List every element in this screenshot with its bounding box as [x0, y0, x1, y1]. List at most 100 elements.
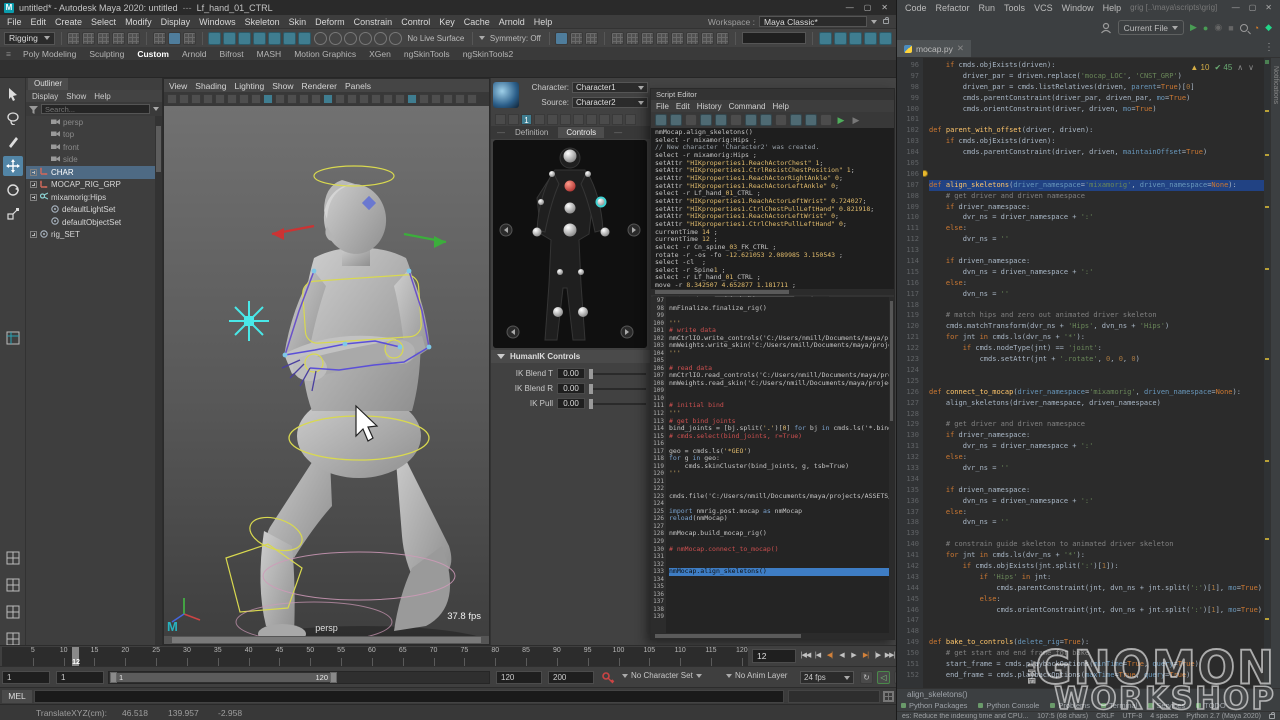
toolbar-icon[interactable]: [283, 32, 296, 45]
viewport-icon[interactable]: [227, 94, 237, 104]
set-key-icon[interactable]: [602, 672, 615, 684]
ik-slider[interactable]: [589, 403, 646, 405]
outliner-item[interactable]: CHAR: [26, 166, 155, 179]
outliner-item[interactable]: side: [26, 154, 155, 167]
lock-icon[interactable]: [1269, 714, 1275, 719]
viewport-icon[interactable]: [383, 94, 393, 104]
layout-split[interactable]: [3, 602, 23, 622]
range-handle-left[interactable]: [110, 672, 117, 683]
lasso-tool[interactable]: [3, 108, 23, 128]
viewport-menu-item[interactable]: Shading: [195, 81, 226, 91]
humanik-controls-section[interactable]: HumanIK Controls: [491, 350, 650, 363]
script-input-pane[interactable]: nmFinalize.finalize_rig() '''# write dat…: [666, 297, 894, 633]
viewport-icon[interactable]: [179, 94, 189, 104]
viewport-icon[interactable]: [215, 94, 225, 104]
shelf-tab[interactable]: XGen: [369, 49, 391, 59]
caret-position[interactable]: 107:5 (68 chars): [1037, 713, 1088, 720]
outliner-scrollbar[interactable]: [155, 116, 162, 645]
toolbar-icon[interactable]: [223, 32, 236, 45]
select-tool[interactable]: [3, 84, 23, 104]
fps-select[interactable]: 24 fps: [800, 671, 854, 684]
script-editor-toolbar-icon[interactable]: [820, 114, 832, 126]
menu-item[interactable]: Control: [401, 17, 430, 27]
humanik-toolbar-icon[interactable]: [495, 114, 506, 125]
tab-options-icon[interactable]: ⋮: [1264, 40, 1280, 57]
time-slider[interactable]: 5101520253035404550556065707580859095100…: [0, 645, 896, 666]
toolbar-icon[interactable]: [359, 32, 372, 45]
humanik-toolbar-icon[interactable]: [612, 114, 623, 125]
animation-start-field[interactable]: 1: [2, 671, 50, 684]
viewport-icon[interactable]: [203, 94, 213, 104]
shelf-tab[interactable]: Motion Graphics: [294, 49, 356, 59]
expand-icon[interactable]: [30, 194, 37, 201]
viewport-icon[interactable]: [323, 94, 333, 104]
viewport-icon[interactable]: [419, 94, 429, 104]
viewport-icon[interactable]: [407, 94, 417, 104]
menu-set-select[interactable]: Rigging: [4, 32, 55, 45]
outliner-search-input[interactable]: [41, 104, 150, 114]
viewport-icon[interactable]: [167, 94, 177, 104]
maximize-icon[interactable]: ▢: [1249, 3, 1257, 12]
menu-item[interactable]: Display: [161, 17, 191, 27]
menu-item[interactable]: Modify: [125, 17, 152, 27]
menu-item[interactable]: Arnold: [499, 17, 525, 27]
search-icon[interactable]: [1240, 24, 1248, 32]
viewport-icon[interactable]: [467, 94, 477, 104]
viewport-icon[interactable]: [263, 94, 273, 104]
anim-layer-select[interactable]: No Anim Layer: [726, 671, 787, 680]
script-editor-menu-item[interactable]: Edit: [676, 102, 690, 111]
mel-command-input[interactable]: [34, 690, 784, 703]
script-history-pane[interactable]: nmMocap.align_skeletons()select -r mixam…: [651, 128, 894, 289]
workspace-lock-icon[interactable]: [883, 19, 889, 24]
menu-item[interactable]: Key: [439, 17, 455, 27]
play-button[interactable]: ▶: [848, 648, 859, 664]
humanik-toolbar-icon[interactable]: [508, 114, 519, 125]
outliner-item[interactable]: top: [26, 129, 155, 142]
toolbar-icon[interactable]: [298, 32, 311, 45]
toolbar-icon[interactable]: [834, 32, 847, 45]
tool-window-button[interactable]: Problems: [1050, 701, 1090, 710]
chevron-down-icon[interactable]: [871, 20, 877, 24]
shelf-tab[interactable]: ngSkinTools: [404, 49, 450, 59]
script-editor-toolbar-icon[interactable]: [655, 114, 667, 126]
toolbar-icon[interactable]: [555, 32, 568, 45]
viewport-canvas[interactable]: M 37.8 fps persp: [164, 106, 489, 636]
toolbar-icon[interactable]: [168, 32, 181, 45]
range-handle-right[interactable]: [330, 672, 337, 683]
execute-icon[interactable]: ▶: [835, 114, 847, 126]
toolbar-icon[interactable]: [585, 32, 598, 45]
tool-window-button[interactable]: Services: [1148, 701, 1185, 710]
toolbar-icon[interactable]: [879, 32, 892, 45]
toolbar-icon[interactable]: [153, 32, 166, 45]
ik-slider-value[interactable]: 0.00: [557, 398, 585, 409]
toolbar-icon[interactable]: [82, 32, 95, 45]
script-hscrollbar[interactable]: [651, 633, 894, 639]
viewport-icon[interactable]: [311, 94, 321, 104]
code-editor[interactable]: 9697989910010110210310410510610710810911…: [897, 58, 1270, 688]
user-icon[interactable]: [1100, 22, 1112, 34]
playback-end-field[interactable]: 120: [496, 671, 542, 684]
shelf-menu-icon[interactable]: ≡: [6, 49, 10, 59]
script-editor-toolbar-icon[interactable]: [775, 114, 787, 126]
viewport-icon[interactable]: [299, 94, 309, 104]
viewport-menu-item[interactable]: Lighting: [234, 81, 264, 91]
script-editor-toolbar-icon[interactable]: [685, 114, 697, 126]
prev-warning-icon[interactable]: ∧: [1237, 63, 1243, 72]
menu-item[interactable]: Window: [1062, 3, 1094, 13]
viewport-icon[interactable]: [395, 94, 405, 104]
minimize-icon[interactable]: —: [846, 3, 854, 12]
shelf-tab[interactable]: Sculpting: [89, 49, 124, 59]
scale-tool[interactable]: [3, 204, 23, 224]
execute-all-icon[interactable]: ▶: [850, 114, 862, 126]
script-editor-menu-item[interactable]: Help: [772, 102, 788, 111]
character-select[interactable]: Character1: [572, 82, 648, 93]
viewport-icon[interactable]: [191, 94, 201, 104]
intention-bulb-icon[interactable]: [923, 170, 928, 177]
outliner-item[interactable]: rig_SET: [26, 229, 155, 242]
toolbar-icon[interactable]: [686, 32, 699, 45]
ik-slider-handle[interactable]: [589, 384, 593, 394]
outliner-menu-item[interactable]: Display: [32, 92, 58, 101]
workspace-select[interactable]: Maya Classic*: [759, 16, 867, 27]
ik-slider[interactable]: [589, 388, 646, 390]
close-icon[interactable]: ✕: [1265, 3, 1272, 12]
